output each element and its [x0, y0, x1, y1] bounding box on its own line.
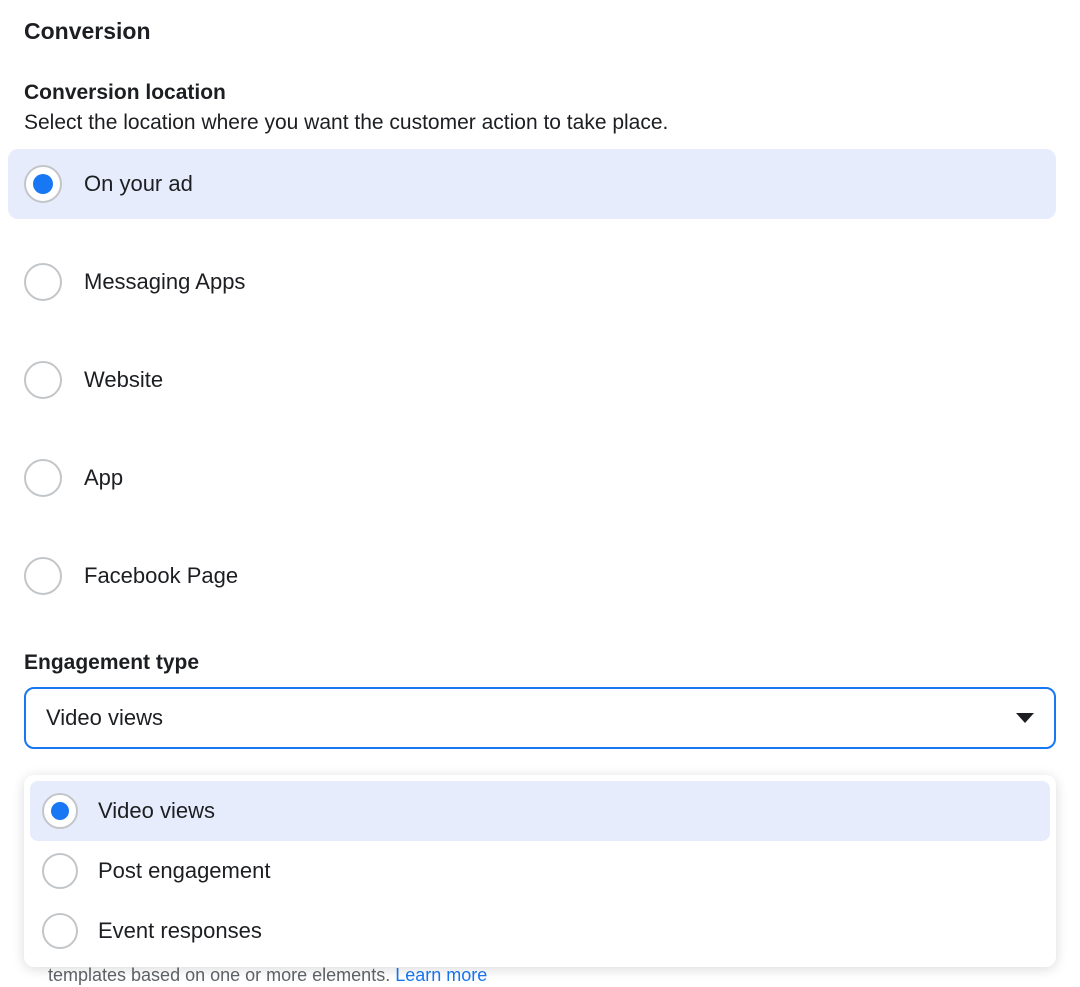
dropdown-label: Event responses: [98, 918, 262, 944]
dropdown-option-video-views[interactable]: Video views: [30, 781, 1050, 841]
select-value: Video views: [46, 705, 163, 731]
radio-icon: [24, 459, 62, 497]
conversion-location-label: Conversion location: [24, 81, 1056, 105]
radio-icon: [24, 165, 62, 203]
radio-option-app[interactable]: App: [8, 443, 1056, 513]
radio-label: App: [84, 465, 123, 491]
caret-down-icon: [1016, 713, 1034, 723]
dropdown-label: Video views: [98, 798, 215, 824]
conversion-location-options: On your ad Messaging Apps Website App Fa…: [8, 149, 1056, 611]
radio-icon: [42, 913, 78, 949]
conversion-section: Conversion Conversion location Select th…: [0, 0, 1080, 987]
dropdown-option-event-responses[interactable]: Event responses: [30, 901, 1050, 961]
conversion-location-description: Select the location where you want the c…: [24, 111, 1056, 135]
dropdown-option-post-engagement[interactable]: Post engagement: [30, 841, 1050, 901]
engagement-type-dropdown: Video views Post engagement Event respon…: [24, 775, 1056, 967]
engagement-type-select-wrapper: Video views templates based on one or mo…: [24, 687, 1056, 967]
conversion-location-group: Conversion location Select the location …: [24, 81, 1056, 611]
radio-option-messaging-apps[interactable]: Messaging Apps: [8, 247, 1056, 317]
engagement-type-select[interactable]: Video views: [24, 687, 1056, 749]
radio-label: Website: [84, 367, 163, 393]
engagement-type-label: Engagement type: [24, 651, 1056, 675]
radio-icon: [24, 263, 62, 301]
section-title: Conversion: [24, 18, 1056, 45]
radio-option-on-your-ad[interactable]: On your ad: [8, 149, 1056, 219]
radio-label: On your ad: [84, 171, 193, 197]
radio-label: Messaging Apps: [84, 269, 245, 295]
radio-option-facebook-page[interactable]: Facebook Page: [8, 541, 1056, 611]
radio-icon: [42, 793, 78, 829]
radio-option-website[interactable]: Website: [8, 345, 1056, 415]
dropdown-label: Post engagement: [98, 858, 270, 884]
radio-icon: [24, 557, 62, 595]
radio-icon: [42, 853, 78, 889]
radio-icon: [24, 361, 62, 399]
learn-more-link[interactable]: Learn more: [395, 965, 487, 985]
engagement-type-group: Engagement type Video views templates ba…: [24, 651, 1056, 967]
clipped-background-text: templates based on one or more elements.…: [48, 965, 487, 986]
radio-label: Facebook Page: [84, 563, 238, 589]
